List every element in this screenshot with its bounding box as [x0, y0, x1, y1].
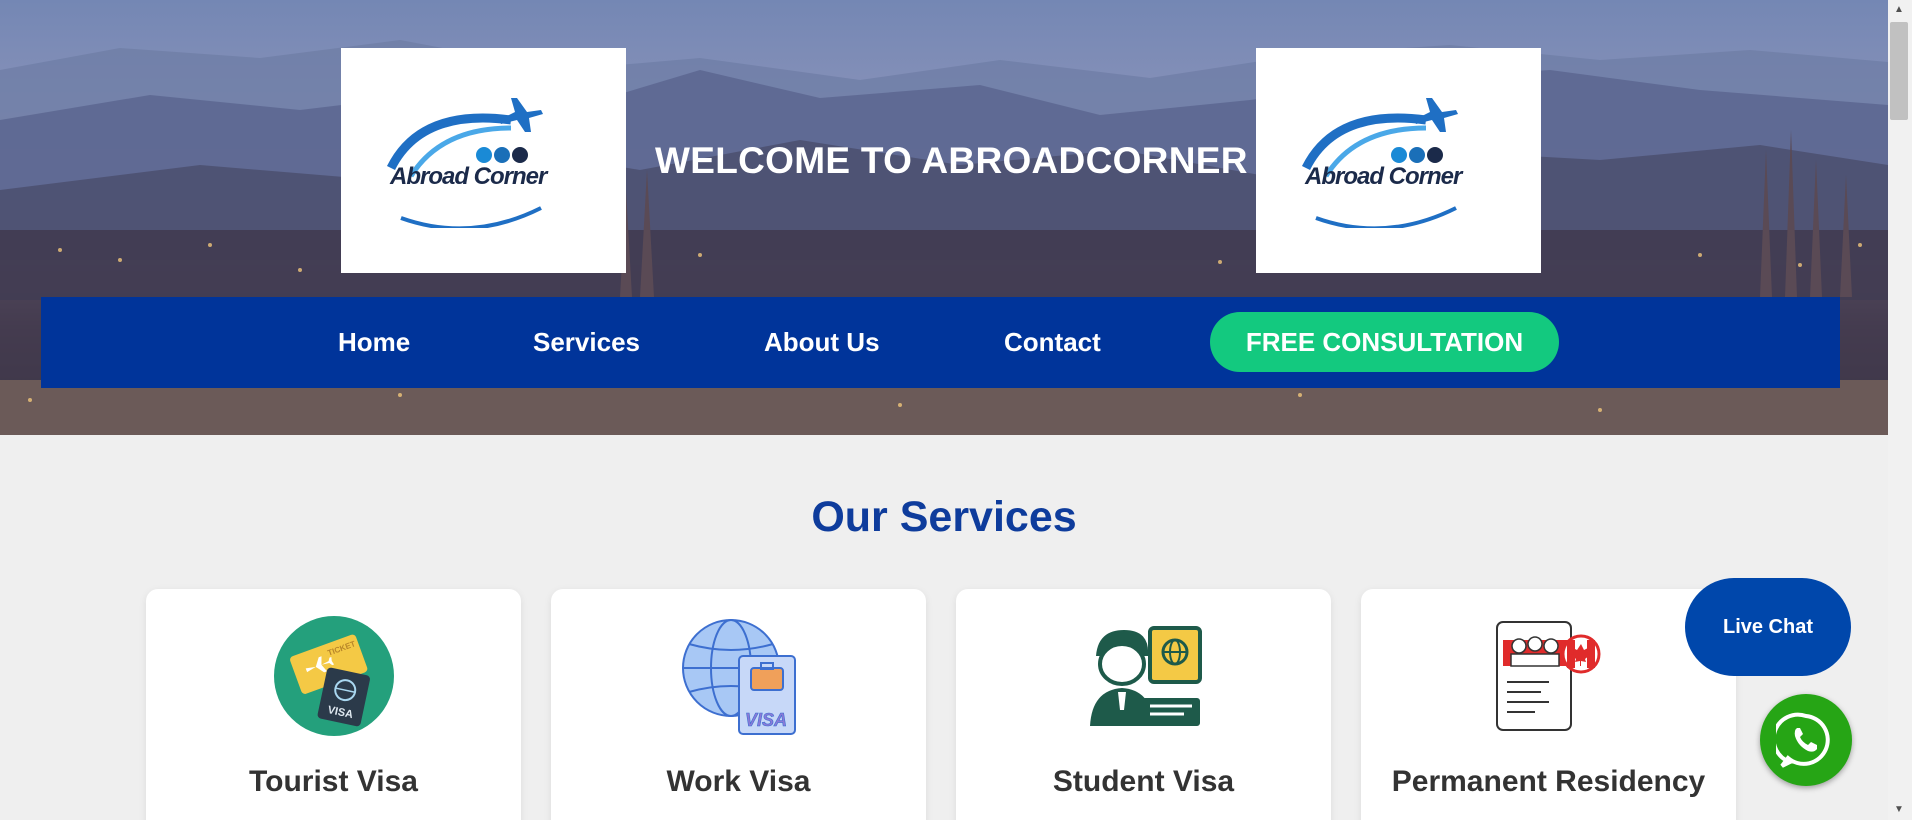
logo-text: Abroad Corner [1305, 163, 1462, 190]
logo-right[interactable]: Abroad Corner [1256, 48, 1541, 273]
hero-banner: Abroad Corner WELCOME TO ABROADCORNER Ab… [0, 0, 1888, 435]
logo-text: Abroad Corner [390, 163, 547, 190]
service-title: Tourist Visa [249, 765, 418, 798]
logo-left[interactable]: Abroad Corner [341, 48, 626, 273]
service-card-tourist-visa[interactable]: TICKET VISA Tourist Visa [146, 589, 521, 820]
service-title: Permanent Residency [1391, 765, 1706, 798]
service-title: Work Visa [666, 765, 811, 798]
nav-home[interactable]: Home [338, 327, 410, 358]
live-chat-button[interactable]: Live Chat [1685, 578, 1851, 676]
main-navbar: Home Services About Us Contact FREE CONS… [41, 297, 1840, 388]
service-title: Student Visa [1052, 765, 1235, 798]
whatsapp-icon [1776, 712, 1830, 768]
scroll-up-arrow-icon[interactable]: ▲ [1892, 3, 1906, 17]
nav-contact[interactable]: Contact [1004, 327, 1101, 358]
svg-text:VISA: VISA [745, 710, 787, 730]
page-scrollbar[interactable] [1888, 0, 1912, 820]
whatsapp-button[interactable] [1760, 694, 1852, 786]
nav-services[interactable]: Services [533, 327, 640, 358]
nav-about[interactable]: About Us [764, 327, 880, 358]
free-consultation-button[interactable]: FREE CONSULTATION [1210, 312, 1559, 372]
tourist-visa-icon: TICKET VISA [273, 616, 394, 736]
permanent-residency-icon [1495, 621, 1600, 731]
scrollbar-thumb[interactable] [1890, 22, 1908, 120]
welcome-heading: WELCOME TO ABROADCORNER [655, 140, 1248, 181]
work-visa-icon: VISA [681, 619, 796, 735]
services-heading: Our Services [811, 493, 1077, 541]
service-card-work-visa[interactable]: VISA Work Visa [551, 589, 926, 820]
service-card-student-visa[interactable]: Student Visa [956, 589, 1331, 820]
scroll-down-arrow-icon[interactable]: ▼ [1892, 803, 1906, 817]
service-card-permanent-residency[interactable]: Permanent Residency [1361, 589, 1736, 820]
student-visa-icon [1089, 626, 1202, 726]
